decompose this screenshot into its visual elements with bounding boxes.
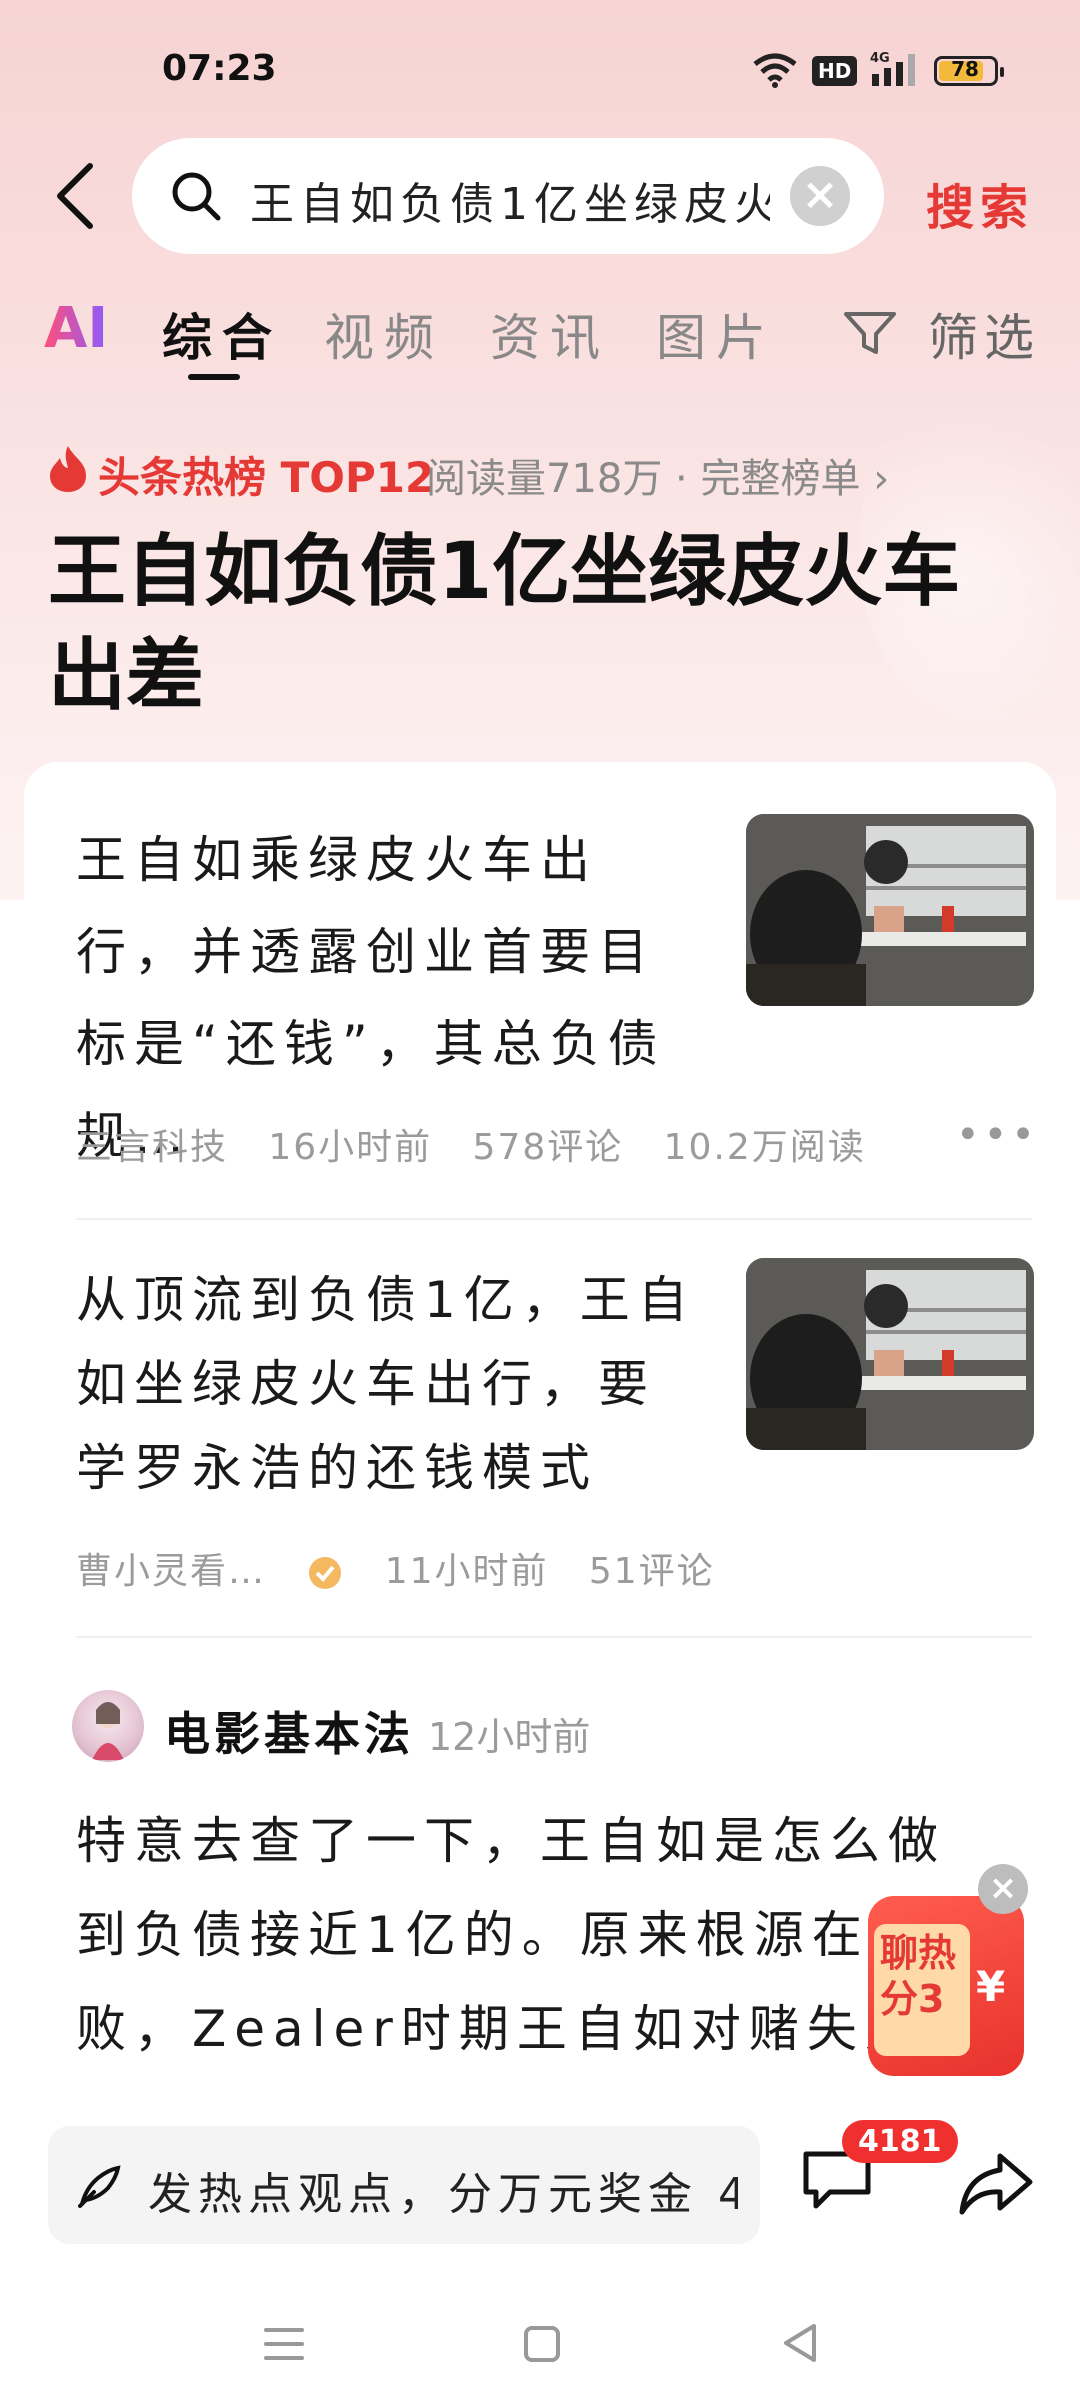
back-arrow-icon[interactable] xyxy=(48,160,108,232)
promo-text: 聊热分3 xyxy=(880,1931,957,2021)
filter-button[interactable]: 筛选 xyxy=(928,298,1040,370)
verified-badge-icon xyxy=(309,1557,342,1589)
article-comments: 578评论 xyxy=(472,1127,624,1168)
network-label: 4G xyxy=(870,51,890,66)
article-title[interactable]: 从顶流到负债1亿，王自如坐绿皮火车出行，要学罗永浩的还钱模式 xyxy=(76,1258,696,1510)
article-item[interactable]: 王自如乘绿皮火车出行，并透露创业首要目标是“还钱”，其总负债规… xyxy=(76,814,1034,1165)
hot-meta[interactable]: 阅读量718万 · 完整榜单 › xyxy=(426,446,889,504)
back-triangle-icon[interactable] xyxy=(780,2320,820,2366)
article-comments: 51评论 xyxy=(588,1551,715,1592)
search-query[interactable]: 王自如负债1亿坐绿皮火车出差 xyxy=(250,168,770,224)
search-button[interactable]: 搜索 xyxy=(926,168,1034,238)
battery-icon: 78 xyxy=(934,56,1004,86)
tab-all[interactable]: 综合 xyxy=(162,298,282,370)
hot-list-row[interactable]: 头条热榜 TOP12 阅读量718万 · 完整榜单 › xyxy=(46,440,1046,502)
filter-icon[interactable] xyxy=(842,306,898,358)
fire-icon xyxy=(50,446,86,492)
hot-rank-label: 头条热榜 TOP12 xyxy=(98,453,435,502)
comment-count-badge: 4181 xyxy=(842,2120,958,2163)
system-nav-bar xyxy=(0,2300,1080,2400)
post-text[interactable]: 特意去查了一下，王自如是怎么做到负债接近1亿的。原来根源在于对败，Zealer时… xyxy=(76,1794,996,2076)
article-time: 16小时前 xyxy=(268,1127,433,1168)
search-input[interactable]: 王自如负债1亿坐绿皮火车出差 × xyxy=(132,138,884,254)
article-meta: 三言科技 16小时前 578评论 10.2万阅读 xyxy=(76,1118,866,1170)
pen-icon xyxy=(78,2165,121,2208)
hd-icon: HD xyxy=(812,56,858,86)
article-item[interactable]: 从顶流到负债1亿，王自如坐绿皮火车出行，要学罗永浩的还钱模式 xyxy=(76,1258,1034,1498)
article-reads: 10.2万阅读 xyxy=(663,1127,866,1168)
train-photo xyxy=(746,1258,1034,1450)
menu-icon[interactable] xyxy=(262,2322,306,2366)
article-thumbnail[interactable] xyxy=(746,814,1034,1006)
clear-icon[interactable]: × xyxy=(790,166,850,226)
status-time: 07:23 xyxy=(162,48,277,89)
battery-level: 78 xyxy=(951,57,979,81)
promo-widget[interactable]: 聊热分3 ¥ xyxy=(868,1896,1024,2076)
post-author[interactable]: 电影基本法 xyxy=(164,1698,414,1764)
more-options-icon[interactable]: ••• xyxy=(956,1112,1056,1158)
article-source[interactable]: 曹小灵看… xyxy=(76,1551,266,1592)
yen-icon: ¥ xyxy=(976,1962,1006,2011)
hot-topic-title: 王自如负债1亿坐绿皮火车出差 xyxy=(48,527,961,721)
article-time: 11小时前 xyxy=(384,1551,549,1592)
search-icon xyxy=(172,172,221,221)
avatar[interactable] xyxy=(72,1690,144,1762)
article-meta: 曹小灵看… 11小时前 51评论 xyxy=(76,1542,715,1594)
article-source[interactable]: 三言科技 xyxy=(76,1127,228,1168)
home-icon[interactable] xyxy=(522,2322,562,2366)
tab-news[interactable]: 资讯 xyxy=(490,298,610,370)
comment-input[interactable]: 发热点观点，分万元奖金 4. xyxy=(48,2126,760,2244)
article-thumbnail[interactable] xyxy=(746,1258,1034,1450)
post-time: 12小时前 xyxy=(428,1715,591,1759)
status-bar: 07:23 HD 4G 78 xyxy=(0,0,1080,140)
comment-placeholder: 发热点观点，分万元奖金 4. xyxy=(148,2169,738,2220)
tab-ai[interactable]: AI xyxy=(44,296,108,361)
tab-images[interactable]: 图片 xyxy=(656,298,776,370)
signal-icon: 4G xyxy=(870,51,915,86)
tab-bar: AI 综合 视频 资讯 图片 筛选 xyxy=(0,290,1080,380)
tab-video[interactable]: 视频 xyxy=(324,298,444,370)
wifi-icon xyxy=(753,53,797,88)
close-icon[interactable]: × xyxy=(978,1864,1028,1914)
tab-active-indicator xyxy=(188,374,240,380)
divider xyxy=(76,1636,1032,1638)
share-icon[interactable] xyxy=(958,2150,1034,2218)
train-photo xyxy=(746,814,1034,1006)
divider xyxy=(76,1218,1032,1220)
